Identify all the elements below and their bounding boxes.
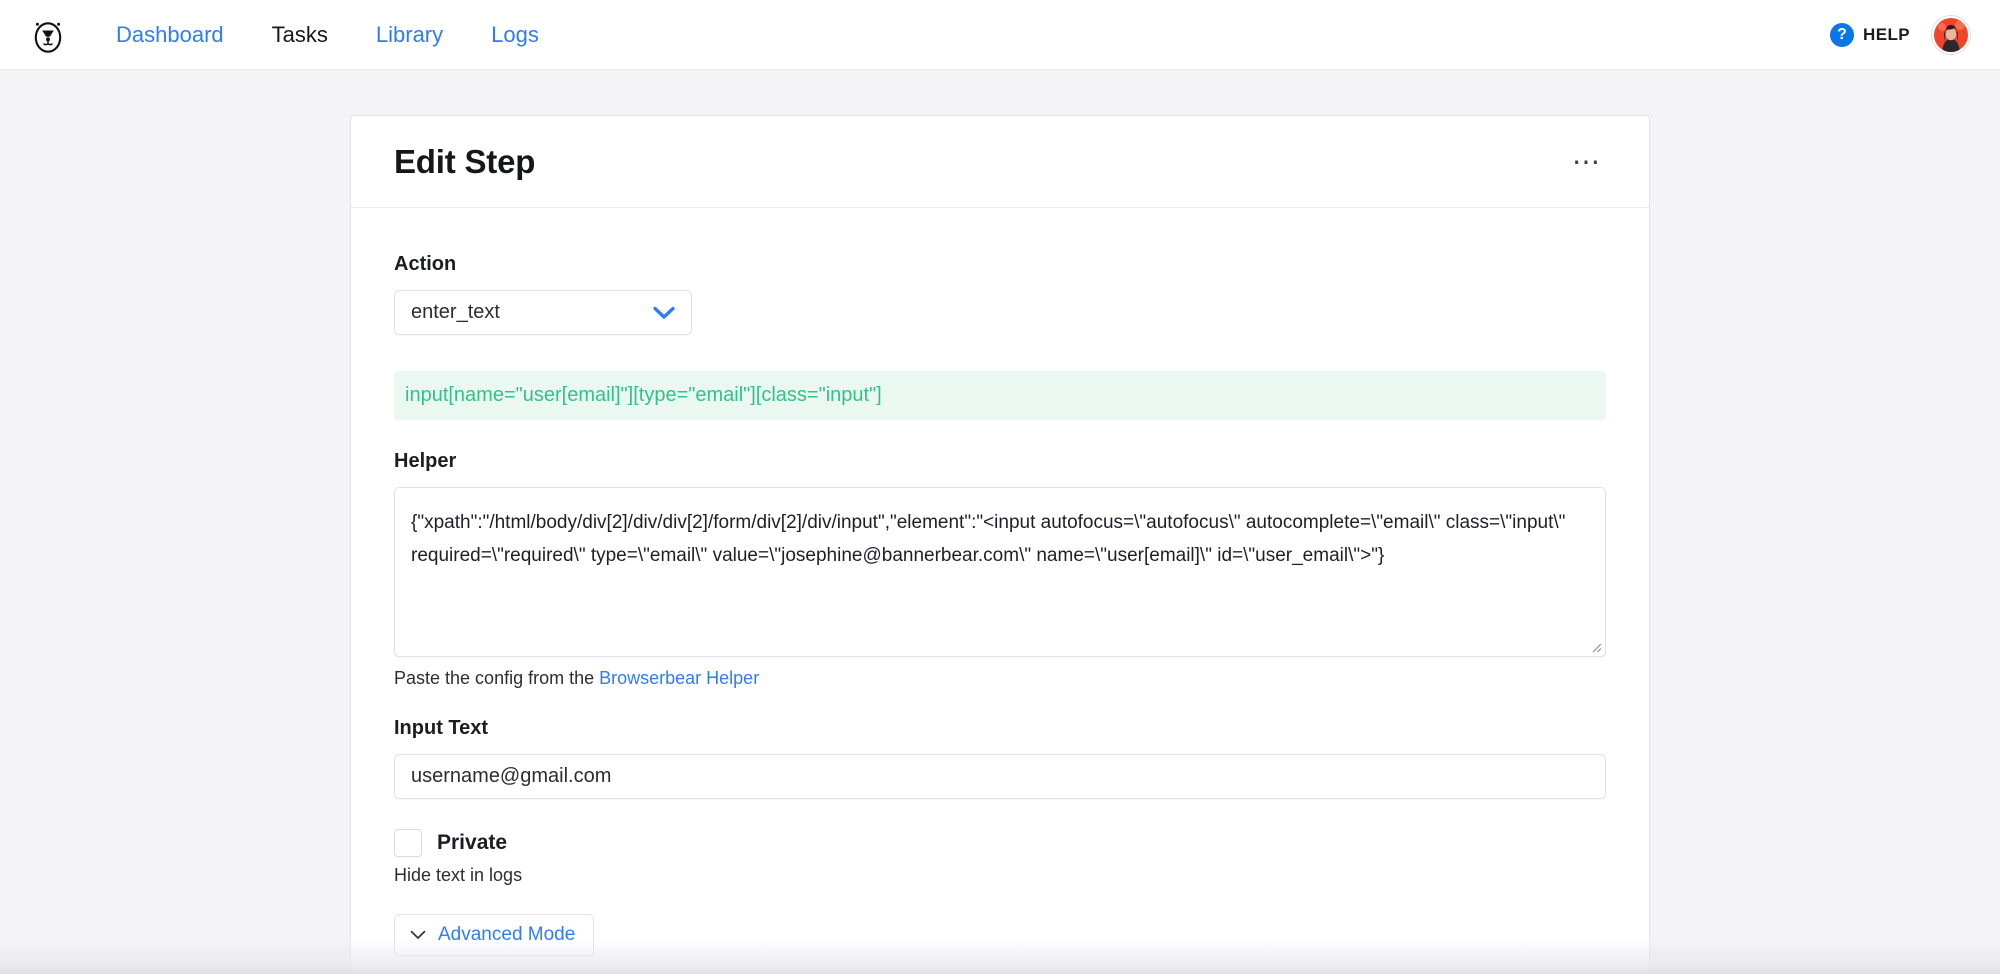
main-nav-links: Dashboard Tasks Library Logs <box>92 20 563 50</box>
help-button[interactable]: ? HELP <box>1830 22 1910 47</box>
chevron-down-icon <box>653 306 675 320</box>
helper-textarea[interactable]: {"xpath":"/html/body/div[2]/div/div[2]/f… <box>394 487 1606 657</box>
action-select[interactable]: enter_text <box>394 290 692 335</box>
input-text-field[interactable] <box>394 754 1606 799</box>
bear-logo-icon[interactable] <box>28 15 68 55</box>
user-avatar[interactable] <box>1932 15 1970 54</box>
browserbear-helper-link[interactable]: Browserbear Helper <box>599 668 759 688</box>
top-navigation-bar: Dashboard Tasks Library Logs ? HELP <box>0 0 2000 70</box>
advanced-mode-button[interactable]: Advanced Mode <box>394 914 595 956</box>
nav-link-dashboard[interactable]: Dashboard <box>92 20 248 50</box>
help-button-label: HELP <box>1863 24 1910 44</box>
nav-right-group: ? HELP <box>1830 15 1970 54</box>
edit-step-card: Edit Step ⋯ Action enter_text input[name… <box>350 115 1650 974</box>
private-checkbox-row: Private <box>394 829 1606 857</box>
helper-hint-prefix: Paste the config from the <box>394 668 600 688</box>
card-header: Edit Step ⋯ <box>351 116 1649 208</box>
page-content: Edit Step ⋯ Action enter_text input[name… <box>0 70 2000 974</box>
nav-link-tasks[interactable]: Tasks <box>248 20 352 50</box>
action-select-value: enter_text <box>411 301 500 323</box>
kebab-menu-icon[interactable]: ⋯ <box>1564 147 1609 175</box>
css-selector-display: input[name="user[email]"][type="email"][… <box>394 371 1606 420</box>
page-title: Edit Step <box>394 142 536 180</box>
private-checkbox[interactable] <box>394 829 422 857</box>
card-body: Action enter_text input[name="user[email… <box>351 208 1649 956</box>
helper-label: Helper <box>394 450 457 472</box>
input-text-label: Input Text <box>394 717 489 739</box>
helper-hint: Paste the config from the Browserbear He… <box>394 668 1606 689</box>
chevron-down-icon <box>410 924 426 946</box>
private-checkbox-label[interactable]: Private <box>437 831 507 855</box>
nav-link-logs[interactable]: Logs <box>467 20 563 50</box>
question-mark-icon: ? <box>1830 22 1855 47</box>
helper-textarea-wrapper: {"xpath":"/html/body/div[2]/div/div[2]/f… <box>394 487 1606 657</box>
private-checkbox-hint: Hide text in logs <box>394 865 523 885</box>
action-label: Action <box>394 253 457 275</box>
action-select-wrapper: enter_text <box>394 290 692 335</box>
nav-link-library[interactable]: Library <box>352 20 467 50</box>
advanced-mode-label: Advanced Mode <box>438 924 576 945</box>
